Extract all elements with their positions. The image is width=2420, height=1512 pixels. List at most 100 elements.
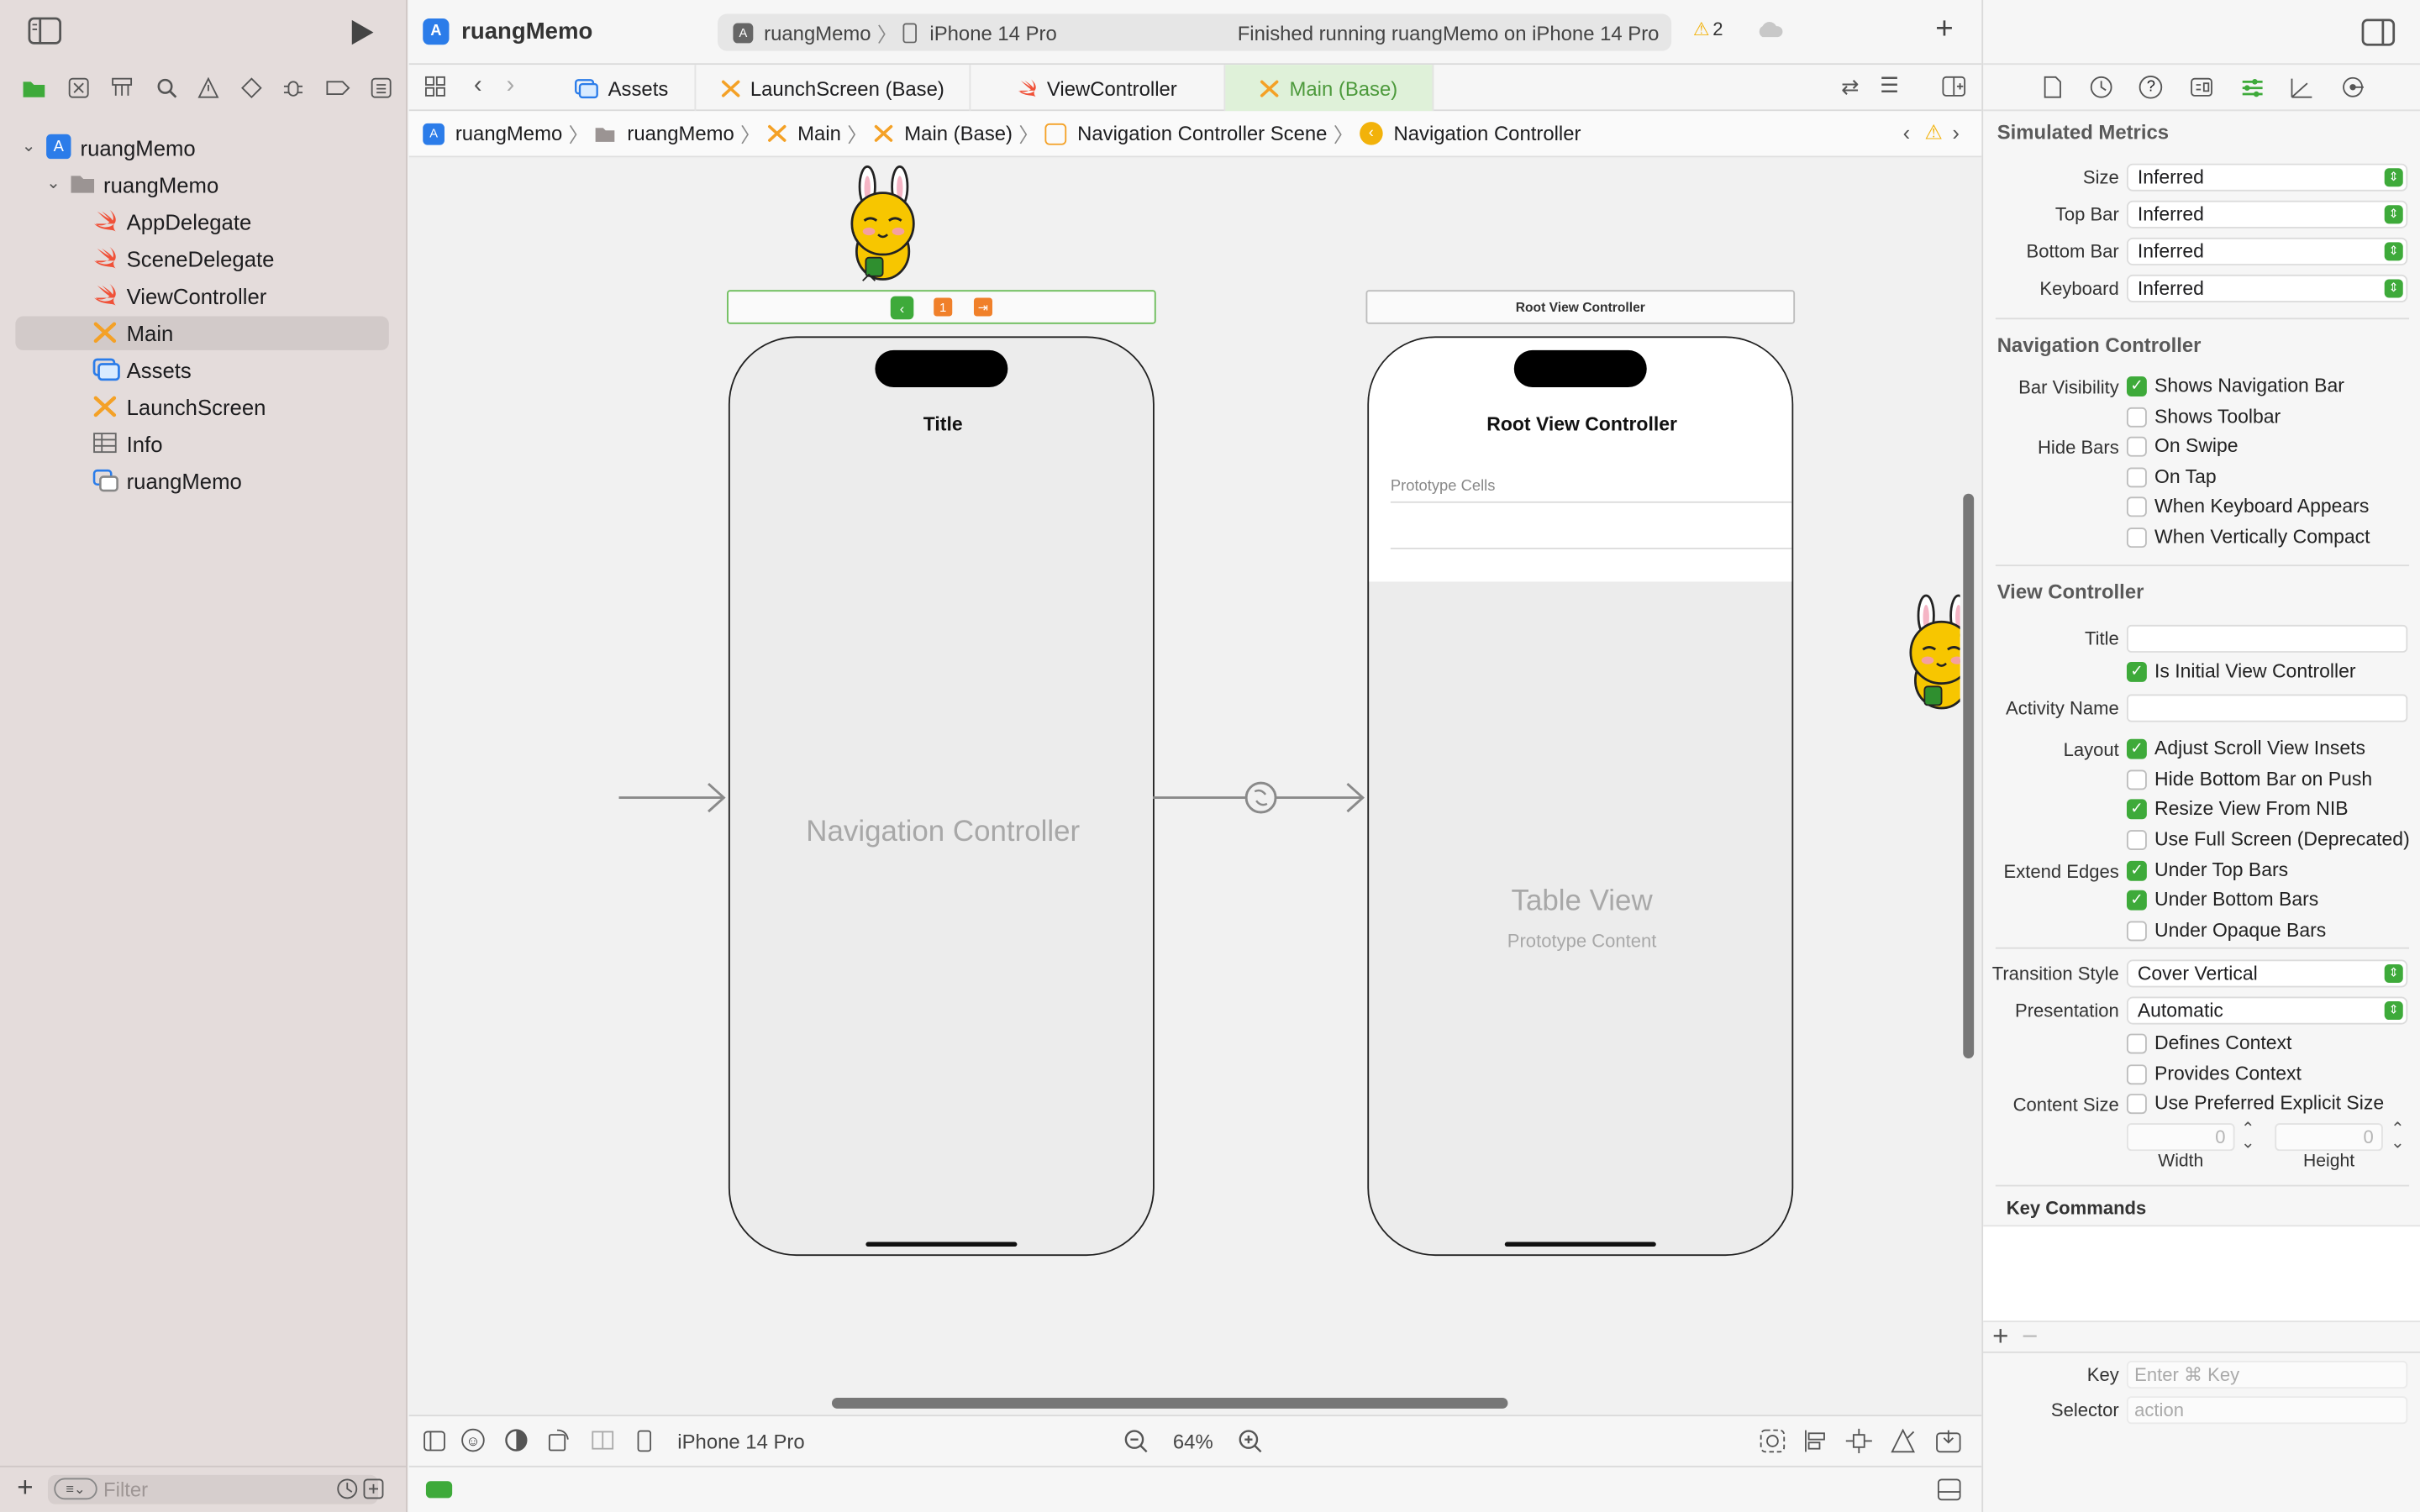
update-frames-icon[interactable] <box>1760 1429 1786 1453</box>
report-navigator-icon[interactable] <box>371 77 392 99</box>
align-icon[interactable] <box>1802 1429 1828 1453</box>
attributes-inspector-icon[interactable] <box>2240 76 2264 98</box>
key-field[interactable]: Enter ⌘ Key <box>2126 1360 2408 1389</box>
tree-item-launchscreen[interactable]: LaunchScreen <box>15 391 388 424</box>
inspector-toggle-icon[interactable] <box>2361 18 2396 46</box>
recent-files-icon[interactable] <box>336 1478 358 1500</box>
filter-field[interactable]: ≡⌄ Filter <box>47 1474 384 1504</box>
file-inspector-icon[interactable] <box>2044 76 2062 99</box>
width-stepper-field[interactable]: 0 <box>2126 1123 2235 1152</box>
tree-item-main[interactable]: Main <box>15 316 389 350</box>
tree-item-project[interactable]: ⌄ A ruangMemo <box>15 131 388 165</box>
horizontal-scrollbar[interactable] <box>831 1398 1508 1409</box>
filter-options-icon[interactable]: ≡⌄ <box>54 1478 97 1500</box>
tree-item-group[interactable]: ⌄ ruangMemo <box>15 168 388 202</box>
device-icon[interactable] <box>637 1430 652 1452</box>
hide-bottom-bar-checkbox[interactable]: Hide Bottom Bar on Push <box>2126 769 2372 790</box>
editor-options-icon[interactable]: ☰ <box>1880 72 1899 98</box>
add-file-button[interactable]: + <box>17 1472 33 1504</box>
top-bar-popup[interactable]: Inferred ⇕ <box>2126 200 2408 228</box>
disclosure-chevron-icon[interactable]: ⌄ <box>46 173 60 193</box>
width-stepper-icon[interactable]: ⌃ ⌄ <box>2241 1121 2255 1152</box>
breadcrumb-group[interactable]: ruangMemo <box>627 122 734 145</box>
search-icon[interactable] <box>155 77 177 99</box>
breadcrumb-object[interactable]: Navigation Controller <box>1393 122 1581 145</box>
size-inspector-icon[interactable] <box>2291 76 2314 98</box>
connections-inspector-icon[interactable] <box>2341 76 2365 99</box>
next-issue-button[interactable]: › <box>1952 120 1960 144</box>
zoom-in-icon[interactable] <box>1238 1429 1262 1453</box>
add-key-command-button[interactable]: + <box>1992 1320 2008 1353</box>
symbol-navigator-icon[interactable] <box>109 77 134 99</box>
breadcrumb-file[interactable]: Main <box>797 122 841 145</box>
under-opaque-bars-checkbox[interactable]: Under Opaque Bars <box>2126 920 2326 941</box>
under-top-bars-checkbox[interactable]: ✓ Under Top Bars <box>2126 859 2288 881</box>
grid-icon[interactable] <box>424 76 446 97</box>
scheme-target[interactable]: ruangMemo <box>764 21 871 45</box>
history-inspector-icon[interactable] <box>2089 76 2112 99</box>
add-library-button[interactable]: + <box>1935 13 1953 48</box>
filter-input[interactable]: Filter <box>103 1478 148 1502</box>
scene-dock-root-view-controller[interactable]: Root View Controller <box>1365 290 1796 324</box>
hide-keyboard-checkbox[interactable]: When Keyboard Appears <box>2126 496 2369 517</box>
activity-view[interactable]: A ruangMemo 〉 iPhone 14 Pro Finished run… <box>718 13 1672 51</box>
under-bottom-bars-checkbox[interactable]: ✓ Under Bottom Bars <box>2126 889 2318 911</box>
appearance-icon[interactable] <box>505 1429 529 1452</box>
split-editor-icon[interactable] <box>1942 76 1966 97</box>
navigation-controller-icon[interactable]: ‹ <box>890 296 914 320</box>
breadcrumb-project[interactable]: ruangMemo <box>455 122 562 145</box>
use-full-screen-checkbox[interactable]: Use Full Screen (Deprecated) <box>2126 828 2410 850</box>
exit-icon[interactable]: ⇥ <box>973 297 992 317</box>
size-class-icon[interactable] <box>591 1431 614 1451</box>
back-button[interactable]: ‹ <box>474 72 482 100</box>
tree-item-assets[interactable]: Assets <box>15 354 388 387</box>
warning-badge[interactable]: ⚠ 2 <box>1693 18 1723 40</box>
folder-icon[interactable] <box>22 77 46 99</box>
disclosure-chevron-icon[interactable]: ⌄ <box>22 136 36 155</box>
warning-icon[interactable]: ⚠ <box>1924 120 1942 144</box>
keyboard-popup[interactable]: Inferred ⇕ <box>2126 274 2408 302</box>
document-outline-toggle-icon[interactable] <box>423 1431 446 1452</box>
previous-issue-button[interactable]: ‹ <box>1903 120 1911 144</box>
storyboard-canvas[interactable]: ‹ 1 ⇥ Root View Controller Title Navigat… <box>408 159 1960 1415</box>
size-popup[interactable]: Inferred ⇕ <box>2126 163 2408 192</box>
debug-area-toggle-icon[interactable] <box>1937 1478 1961 1502</box>
debug-navigator-icon[interactable] <box>282 77 304 99</box>
source-control-icon[interactable] <box>67 77 89 99</box>
add-constraints-icon[interactable] <box>1845 1428 1872 1454</box>
device-selector[interactable]: iPhone 14 Pro <box>677 1431 804 1454</box>
accessibility-icon[interactable]: ☺ <box>461 1428 485 1452</box>
first-responder-icon[interactable]: 1 <box>934 297 953 317</box>
test-navigator-icon[interactable] <box>240 77 262 99</box>
identity-inspector-icon[interactable] <box>2190 77 2213 97</box>
embed-in-icon[interactable] <box>1935 1429 1961 1453</box>
shows-navigation-bar-checkbox[interactable]: ✓ Shows Navigation Bar <box>2126 375 2344 396</box>
related-items-icon[interactable]: ⇄ <box>1841 74 1860 100</box>
tree-item-entitlements[interactable]: ruangMemo <box>15 465 388 498</box>
tab-assets[interactable]: Assets <box>548 65 697 112</box>
root-relationship-segue[interactable] <box>1153 776 1369 819</box>
adjust-scroll-insets-checkbox[interactable]: ✓ Adjust Scroll View Insets <box>2126 738 2365 759</box>
tree-item-viewcontroller[interactable]: ViewController <box>15 279 388 312</box>
resize-from-nib-checkbox[interactable]: ✓ Resize View From NIB <box>2126 798 2349 819</box>
prototype-cell[interactable] <box>1390 548 1792 549</box>
zoom-level[interactable]: 64% <box>1173 1431 1213 1454</box>
is-initial-vc-checkbox[interactable]: ✓ Is Initial View Controller <box>2126 660 2356 682</box>
breadcrumb-scene[interactable]: Navigation Controller Scene <box>1077 122 1327 145</box>
shows-toolbar-checkbox[interactable]: Shows Toolbar <box>2126 406 2281 428</box>
provides-context-checkbox[interactable]: Provides Context <box>2126 1063 2302 1084</box>
title-field[interactable] <box>2126 624 2408 653</box>
tab-launchscreen[interactable]: LaunchScreen (Base) <box>696 65 971 112</box>
root-view-controller-scene[interactable]: Root View Controller Prototype Cells Tab… <box>1367 336 1794 1257</box>
bottom-bar-popup[interactable]: Inferred ⇕ <box>2126 237 2408 265</box>
hide-on-tap-checkbox[interactable]: On Tap <box>2126 466 2217 487</box>
transition-style-popup[interactable]: Cover Vertical ⇕ <box>2126 959 2408 988</box>
resolve-issues-icon[interactable] <box>1889 1428 1917 1453</box>
activity-name-field[interactable] <box>2126 694 2408 722</box>
vertical-scrollbar[interactable] <box>1963 493 1975 1058</box>
height-stepper-icon[interactable]: ⌃ ⌄ <box>2391 1121 2405 1152</box>
preferred-size-checkbox[interactable]: Use Preferred Explicit Size <box>2126 1092 2384 1114</box>
tab-viewcontroller[interactable]: ViewController <box>971 65 1226 112</box>
presentation-popup[interactable]: Automatic ⇕ <box>2126 996 2408 1025</box>
hide-compact-checkbox[interactable]: When Vertically Compact <box>2126 526 2370 548</box>
